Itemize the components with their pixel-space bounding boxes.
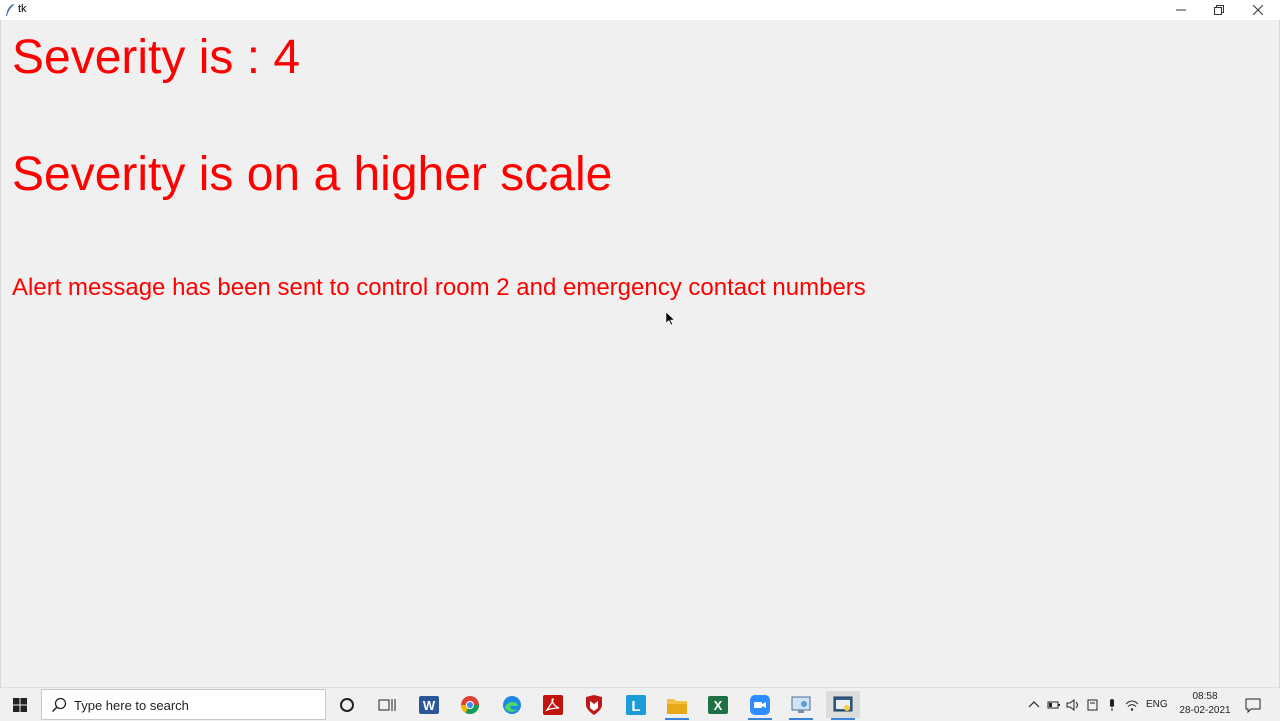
taskbar-edge[interactable] bbox=[495, 691, 529, 718]
action-center-button[interactable] bbox=[1236, 691, 1270, 718]
taskbar-python-tk[interactable] bbox=[826, 691, 860, 720]
clock[interactable]: 08:58 28-02-2021 bbox=[1172, 690, 1238, 718]
python-window-icon bbox=[833, 696, 853, 711]
show-hidden-icons-chevron-icon[interactable] bbox=[1027, 698, 1041, 712]
excel-icon: X bbox=[708, 695, 728, 714]
window-title: tk bbox=[18, 3, 27, 15]
severity-label: Severity is : 4 bbox=[12, 31, 301, 84]
cortana-icon bbox=[340, 697, 354, 712]
taskbar-control-panel[interactable] bbox=[784, 691, 818, 720]
battery-icon[interactable] bbox=[1047, 698, 1061, 712]
taskbar-word[interactable]: W bbox=[412, 691, 446, 718]
minimize-icon bbox=[1176, 9, 1186, 11]
windows-logo-icon bbox=[13, 697, 27, 712]
taskbar-excel[interactable]: X bbox=[701, 691, 735, 718]
close-icon bbox=[1253, 5, 1263, 15]
title-bar: tk bbox=[0, 0, 1280, 20]
wifi-icon[interactable] bbox=[1125, 698, 1139, 712]
taskbar: W L X bbox=[0, 687, 1280, 720]
severity-scale-label: Severity is on a higher scale bbox=[12, 148, 613, 201]
taskbar-zoom[interactable] bbox=[743, 691, 777, 720]
taskbar-search-box[interactable] bbox=[41, 689, 326, 720]
acrobat-icon bbox=[543, 694, 563, 715]
minimize-button[interactable] bbox=[1162, 0, 1200, 20]
svg-text:L: L bbox=[631, 698, 640, 715]
svg-text:W: W bbox=[423, 698, 436, 713]
alert-message-label: Alert message has been sent to control r… bbox=[12, 274, 866, 301]
edge-icon bbox=[503, 695, 521, 714]
word-icon: W bbox=[419, 695, 439, 714]
zoom-icon bbox=[750, 694, 770, 715]
control-panel-icon bbox=[791, 696, 811, 713]
close-button[interactable] bbox=[1239, 0, 1277, 20]
l-app-icon: L bbox=[626, 694, 646, 715]
device-icon[interactable] bbox=[1086, 698, 1100, 712]
feather-icon bbox=[6, 4, 14, 16]
search-icon bbox=[51, 697, 67, 713]
microphone-icon[interactable] bbox=[1106, 698, 1118, 712]
restore-icon bbox=[1214, 5, 1224, 15]
svg-text:X: X bbox=[714, 698, 723, 713]
notification-icon bbox=[1245, 698, 1261, 713]
search-input[interactable] bbox=[72, 693, 321, 717]
chrome-icon bbox=[461, 695, 479, 714]
task-view-button[interactable] bbox=[370, 691, 404, 718]
clock-time: 08:58 bbox=[1192, 691, 1218, 702]
taskbar-l-app[interactable]: L bbox=[619, 691, 653, 718]
cortana-button[interactable] bbox=[330, 691, 364, 718]
mouse-cursor-icon bbox=[666, 312, 676, 326]
clock-date: 28-02-2021 bbox=[1179, 705, 1231, 716]
start-button[interactable] bbox=[0, 688, 40, 721]
taskbar-acrobat[interactable] bbox=[536, 691, 570, 718]
mcafee-shield-icon bbox=[586, 694, 602, 715]
folder-icon bbox=[667, 698, 687, 714]
volume-icon[interactable] bbox=[1066, 698, 1080, 712]
window-client-area: Severity is : 4 Severity is on a higher … bbox=[0, 20, 1280, 687]
task-view-icon bbox=[378, 698, 396, 711]
taskbar-file-explorer[interactable] bbox=[660, 691, 694, 720]
system-tray: ENG bbox=[1027, 688, 1168, 721]
taskbar-chrome[interactable] bbox=[453, 691, 487, 718]
taskbar-mcafee[interactable] bbox=[577, 691, 611, 718]
restore-button[interactable] bbox=[1200, 0, 1238, 20]
language-indicator[interactable]: ENG bbox=[1146, 699, 1168, 710]
